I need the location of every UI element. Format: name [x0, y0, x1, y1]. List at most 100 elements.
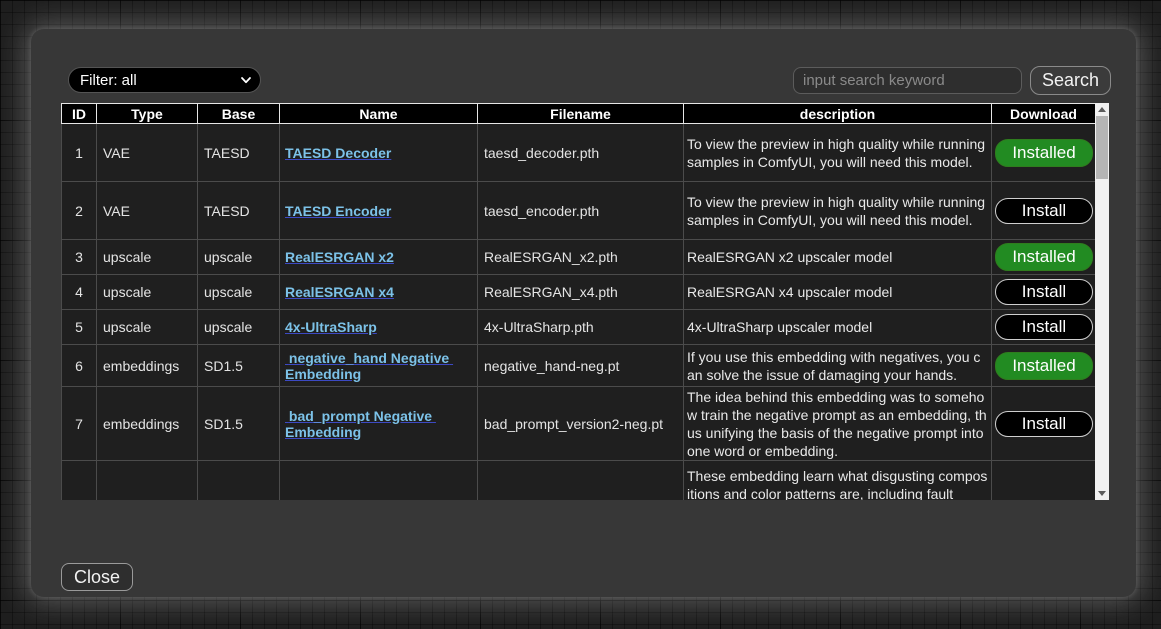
model-name-link[interactable]: negative_hand Negative Embedding	[285, 350, 453, 382]
cell-description: RealESRGAN x4 upscaler model	[684, 275, 992, 310]
cell-name: 4x-UltraSharp	[280, 310, 478, 345]
scrollbar-thumb[interactable]	[1096, 116, 1108, 179]
table-row: These embedding learn what disgusting co…	[62, 461, 1096, 501]
install-button[interactable]: Install	[995, 411, 1093, 437]
cell-filename: taesd_decoder.pth	[478, 124, 684, 182]
cell-description: If you use this embedding with negatives…	[684, 345, 992, 387]
model-name-link[interactable]: bad_prompt Negative Embedding	[285, 408, 436, 440]
cell-type: upscale	[97, 275, 198, 310]
cell-type: embeddings	[97, 387, 198, 461]
column-header-download: Download	[992, 104, 1096, 124]
model-name-text: bad_prompt Negative Embedding	[285, 408, 436, 440]
install-button[interactable]: Install	[995, 314, 1093, 340]
cell-filename	[478, 461, 684, 501]
search-input[interactable]	[793, 67, 1022, 94]
cell-base	[198, 461, 280, 501]
install-button[interactable]: Install	[995, 198, 1093, 224]
cell-download: Installed	[992, 124, 1096, 182]
close-button[interactable]: Close	[61, 563, 133, 591]
cell-base: upscale	[198, 275, 280, 310]
cell-id: 6	[62, 345, 97, 387]
cell-name: bad_prompt Negative Embedding	[280, 387, 478, 461]
table-row: 2VAETAESD TAESD Encoder taesd_encoder.pthT…	[62, 182, 1096, 240]
model-name-text: TAESD Encoder	[285, 203, 391, 219]
cell-id: 2	[62, 182, 97, 240]
cell-filename: negative_hand-neg.pt	[478, 345, 684, 387]
cell-type: VAE	[97, 182, 198, 240]
cell-download: Install	[992, 182, 1096, 240]
installed-button[interactable]: Installed	[995, 243, 1093, 271]
cell-id: 4	[62, 275, 97, 310]
installed-button[interactable]: Installed	[995, 352, 1093, 380]
filter-select[interactable]: Filter: all	[68, 67, 261, 93]
cell-name: RealESRGAN x2	[280, 240, 478, 275]
cell-description: To view the preview in high quality whil…	[684, 124, 992, 182]
cell-base: TAESD	[198, 182, 280, 240]
table-scrollbar[interactable]	[1095, 103, 1109, 500]
table-header-row: ID Type Base Name Filename description D…	[62, 104, 1096, 124]
column-header-type: Type	[97, 104, 198, 124]
model-table: ID Type Base Name Filename description D…	[61, 103, 1096, 500]
scroll-down-icon[interactable]	[1095, 487, 1109, 500]
column-header-name: Name	[280, 104, 478, 124]
table-row: 3upscaleupscaleRealESRGAN x2RealESRGAN_x…	[62, 240, 1096, 275]
model-manager-dialog: Filter: all Search ID Type Base Na	[31, 29, 1136, 597]
column-header-filename: Filename	[478, 104, 684, 124]
cell-name: TAESD Encoder	[280, 182, 478, 240]
model-name-link[interactable]: 4x-UltraSharp	[285, 319, 377, 335]
column-header-id: ID	[62, 104, 97, 124]
cell-base: upscale	[198, 310, 280, 345]
cell-description: These embedding learn what disgusting co…	[684, 461, 992, 501]
install-button[interactable]: Install	[995, 279, 1093, 305]
cell-base: TAESD	[198, 124, 280, 182]
cell-name: RealESRGAN x4	[280, 275, 478, 310]
search-button[interactable]: Search	[1030, 66, 1111, 95]
cell-filename: taesd_encoder.pth	[478, 182, 684, 240]
cell-id: 3	[62, 240, 97, 275]
cell-download: Install	[992, 275, 1096, 310]
cell-id: 7	[62, 387, 97, 461]
column-header-description: description	[684, 104, 992, 124]
cell-filename: RealESRGAN_x2.pth	[478, 240, 684, 275]
scroll-up-icon[interactable]	[1095, 103, 1109, 116]
installed-button[interactable]: Installed	[995, 139, 1093, 167]
cell-description: To view the preview in high quality whil…	[684, 182, 992, 240]
table-row: 1VAETAESDTAESD Decodertaesd_decoder.pthT…	[62, 124, 1096, 182]
model-name-link[interactable]: RealESRGAN x2	[285, 249, 394, 265]
cell-name	[280, 461, 478, 501]
model-table-container: ID Type Base Name Filename description D…	[61, 103, 1109, 500]
model-name-text: 4x-UltraSharp	[285, 319, 377, 335]
cell-type: upscale	[97, 240, 198, 275]
cell-name: negative_hand Negative Embedding	[280, 345, 478, 387]
model-name-link[interactable]: TAESD Decoder	[285, 145, 391, 161]
table-row: 6embeddingsSD1.5 negative_hand Negative …	[62, 345, 1096, 387]
cell-description: RealESRGAN x2 upscaler model	[684, 240, 992, 275]
cell-id: 1	[62, 124, 97, 182]
model-name-text: RealESRGAN x4	[285, 284, 394, 300]
cell-description: The idea behind this embedding was to so…	[684, 387, 992, 461]
model-name-link[interactable]: RealESRGAN x4	[285, 284, 394, 300]
table-row: 5upscaleupscale4x-UltraSharp4x-UltraShar…	[62, 310, 1096, 345]
cell-download: Installed	[992, 240, 1096, 275]
table-row: 4upscaleupscaleRealESRGAN x4RealESRGAN_x…	[62, 275, 1096, 310]
cell-name: TAESD Decoder	[280, 124, 478, 182]
cell-filename: 4x-UltraSharp.pth	[478, 310, 684, 345]
comfyui-canvas: Filter: all Search ID Type Base Na	[0, 0, 1161, 629]
cell-filename: bad_prompt_version2-neg.pt	[478, 387, 684, 461]
cell-type: embeddings	[97, 345, 198, 387]
cell-download	[992, 461, 1096, 501]
cell-base: SD1.5	[198, 345, 280, 387]
cell-description: 4x-UltraSharp upscaler model	[684, 310, 992, 345]
cell-id	[62, 461, 97, 501]
cell-base: upscale	[198, 240, 280, 275]
model-name-link[interactable]: TAESD Encoder	[285, 203, 391, 219]
cell-download: Installed	[992, 345, 1096, 387]
cell-type	[97, 461, 198, 501]
table-row: 7embeddingsSD1.5 bad_prompt Negative Emb…	[62, 387, 1096, 461]
column-header-base: Base	[198, 104, 280, 124]
model-name-text: TAESD Decoder	[285, 145, 391, 161]
filter-select-wrap: Filter: all	[68, 67, 261, 93]
cell-filename: RealESRGAN_x4.pth	[478, 275, 684, 310]
model-name-text: negative_hand Negative Embedding	[285, 350, 453, 382]
model-name-text: RealESRGAN x2	[285, 249, 394, 265]
